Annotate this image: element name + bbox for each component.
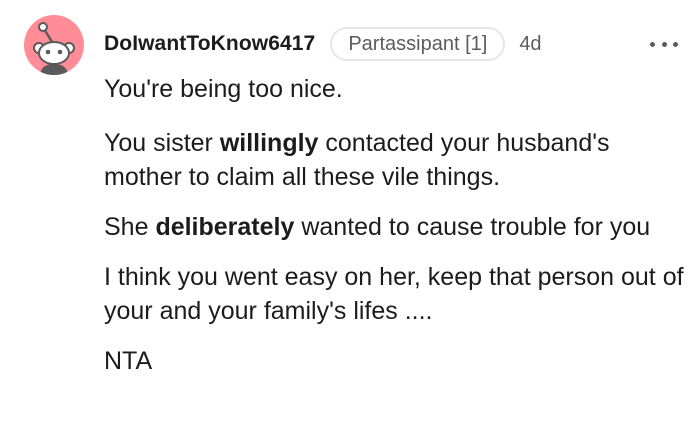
username-link[interactable]: DoIwantToKnow6417 <box>104 32 315 56</box>
comment-timestamp[interactable]: 4d <box>519 33 541 56</box>
paragraph-text: wanted to cause trouble for you <box>294 213 651 241</box>
more-options-icon[interactable] <box>650 38 678 50</box>
comment-paragraph: You sister willingly contacted your husb… <box>104 126 684 194</box>
paragraph-text: You sister <box>104 129 220 157</box>
snoo-avatar-icon <box>33 22 75 75</box>
dot <box>661 41 667 47</box>
bold-text: willingly <box>219 129 319 157</box>
avatar[interactable] <box>24 15 84 75</box>
comment-paragraph: I think you went easy on her, keep that … <box>104 260 684 328</box>
paragraph-text: NTA <box>104 347 153 375</box>
dot <box>673 41 678 47</box>
bold-text: deliberately <box>155 213 295 241</box>
paragraph-text: She <box>104 213 156 241</box>
comment-paragraph: You're being too nice. <box>104 72 684 106</box>
comment-header: DoIwantToKnow6417 Partassipant [1] 4d <box>104 26 542 62</box>
comment-paragraph: She deliberately wanted to cause trouble… <box>104 210 684 244</box>
paragraph-text: You're being too nice. <box>104 75 343 103</box>
paragraph-text: I think you went easy on her, keep that … <box>104 263 684 325</box>
user-flair-badge: Partassipant [1] <box>330 27 506 61</box>
comment-body: You're being too nice. You sister willin… <box>104 72 684 394</box>
comment: DoIwantToKnow6417 Partassipant [1] 4d Yo… <box>0 0 700 443</box>
comment-paragraph: NTA <box>104 344 684 378</box>
dot <box>650 41 655 47</box>
